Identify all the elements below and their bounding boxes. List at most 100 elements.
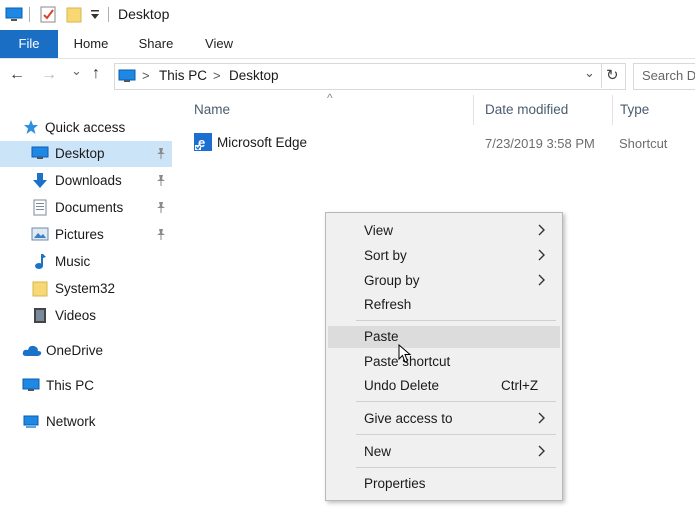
tab-view[interactable]: View: [195, 30, 243, 58]
column-divider: [473, 95, 474, 125]
tab-share[interactable]: Share: [131, 30, 181, 58]
nav-label: System32: [55, 281, 116, 296]
menu-item-group-by[interactable]: Group by: [328, 270, 560, 292]
sidebar-item-documents[interactable]: Documents: [0, 195, 172, 221]
up-arrow-icon[interactable]: ↑: [92, 65, 100, 83]
nav-label: OneDrive: [46, 343, 104, 358]
new-folder-icon[interactable]: [66, 6, 82, 26]
menu-item-properties[interactable]: Properties: [328, 473, 560, 495]
pin-icon[interactable]: [156, 201, 166, 216]
nav-label: Music: [55, 254, 91, 269]
onedrive-cloud-icon: [22, 344, 42, 360]
nav-label: Quick access: [45, 120, 126, 135]
refresh-button[interactable]: ↻: [601, 63, 624, 88]
sidebar-item-onedrive[interactable]: OneDrive: [0, 338, 172, 364]
navigation-pane: Quick access Desktop Downloads Documents…: [0, 93, 180, 513]
submenu-arrow-icon: [538, 273, 546, 289]
menu-label: Refresh: [364, 297, 412, 312]
sidebar-item-system32[interactable]: System32: [0, 276, 172, 302]
address-bar[interactable]: > This PC > Desktop ⌄: [114, 63, 626, 90]
menu-label: View: [364, 223, 394, 238]
computer-icon: [5, 7, 23, 25]
videos-icon: [33, 307, 47, 327]
sidebar-item-this-pc[interactable]: This PC: [0, 373, 172, 399]
customize-toolbar-icon[interactable]: [90, 7, 100, 24]
recent-locations-icon[interactable]: ⌄: [71, 63, 82, 79]
menu-label: Paste: [364, 329, 399, 344]
nav-label: Downloads: [55, 173, 122, 188]
folder-icon: [32, 280, 48, 300]
nav-label: Pictures: [55, 227, 104, 242]
menu-separator: [356, 467, 556, 468]
submenu-arrow-icon: [538, 248, 546, 264]
search-input[interactable]: Search D: [633, 63, 695, 90]
sidebar-item-music[interactable]: Music: [0, 249, 172, 275]
sidebar-item-pictures[interactable]: Pictures: [0, 222, 172, 248]
nav-label: Documents: [55, 200, 124, 215]
forward-arrow-icon[interactable]: →: [41, 66, 57, 84]
file-name: Microsoft Edge: [217, 135, 308, 150]
music-icon: [33, 253, 47, 273]
menu-item-paste-shortcut[interactable]: Paste shortcut: [328, 351, 560, 373]
menu-separator: [356, 401, 556, 402]
search-placeholder: Search D: [642, 68, 695, 83]
back-arrow-icon[interactable]: ←: [9, 66, 25, 84]
breadcrumb-desktop[interactable]: Desktop: [229, 68, 279, 83]
computer-icon: [22, 378, 40, 396]
title-bar: Desktop: [0, 0, 695, 30]
toolbar-divider: [29, 7, 30, 22]
menu-label: Give access to: [364, 411, 453, 426]
menu-label: Undo Delete: [364, 378, 440, 393]
address-dropdown-icon[interactable]: ⌄: [584, 65, 595, 81]
context-menu: View Sort by Group by Refresh Paste Past…: [325, 212, 563, 501]
menu-item-paste[interactable]: Paste: [328, 326, 560, 348]
mouse-cursor-icon: [398, 343, 412, 367]
tab-home[interactable]: Home: [66, 30, 116, 58]
column-header-name[interactable]: Name: [194, 102, 230, 117]
properties-check-icon[interactable]: [40, 6, 56, 26]
document-icon: [33, 199, 47, 219]
refresh-icon: ↻: [606, 67, 619, 84]
menu-label: Group by: [364, 273, 420, 288]
sidebar-item-network[interactable]: Network: [0, 409, 172, 435]
nav-label: Network: [46, 414, 96, 429]
menu-label: Sort by: [364, 248, 407, 263]
menu-separator: [356, 434, 556, 435]
window-title: Desktop: [118, 6, 170, 22]
pin-icon[interactable]: [156, 174, 166, 189]
nav-label: Desktop: [55, 146, 105, 161]
menu-item-undo-delete[interactable]: Undo Delete Ctrl+Z: [328, 375, 560, 397]
menu-item-give-access[interactable]: Give access to: [328, 408, 560, 430]
ribbon-tabs: File Home Share View: [0, 30, 695, 59]
breadcrumb-separator: >: [142, 68, 150, 83]
column-header-type[interactable]: Type: [620, 102, 649, 117]
column-divider: [612, 95, 613, 125]
computer-icon: [118, 69, 136, 86]
column-header-date[interactable]: Date modified: [485, 102, 568, 117]
nav-quick-access[interactable]: Quick access: [0, 115, 172, 139]
menu-item-sort-by[interactable]: Sort by: [328, 245, 560, 267]
tab-file[interactable]: File: [0, 30, 58, 58]
sidebar-item-videos[interactable]: Videos: [0, 303, 172, 329]
nav-label: This PC: [46, 378, 95, 393]
network-icon: [22, 414, 40, 433]
pin-icon[interactable]: [156, 228, 166, 243]
file-row[interactable]: e Microsoft Edge 7/23/2019 3:58 PM Short…: [190, 131, 695, 155]
menu-item-view[interactable]: View: [328, 220, 560, 242]
nav-label: Videos: [55, 308, 97, 323]
submenu-arrow-icon: [538, 411, 546, 427]
menu-item-refresh[interactable]: Refresh: [328, 294, 560, 316]
address-row: ← → ⌄ ↑ > This PC > Desktop ⌄ ↻ Search D: [0, 59, 695, 93]
sidebar-item-downloads[interactable]: Downloads: [0, 168, 172, 194]
breadcrumb-this-pc[interactable]: This PC: [159, 68, 207, 83]
pin-icon[interactable]: [156, 147, 166, 162]
sidebar-item-desktop[interactable]: Desktop: [0, 141, 172, 167]
menu-shortcut: Ctrl+Z: [501, 378, 539, 393]
menu-label: Properties: [364, 476, 426, 491]
desktop-icon: [31, 146, 49, 164]
menu-separator: [356, 320, 556, 321]
star-icon: [23, 119, 39, 138]
sort-ascending-icon: ^: [327, 91, 333, 105]
breadcrumb-separator: >: [213, 68, 221, 83]
menu-item-new[interactable]: New: [328, 441, 560, 463]
